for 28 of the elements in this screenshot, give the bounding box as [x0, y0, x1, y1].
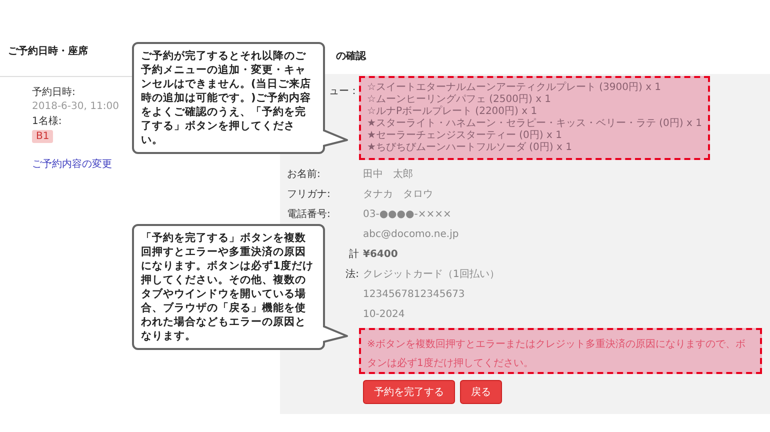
field-label: ュー：	[329, 85, 359, 98]
total-value: ¥6400	[362, 248, 398, 260]
field-value: クレジットカード（1回払い）	[362, 268, 500, 281]
action-button[interactable]: 予約を完了する	[363, 380, 455, 404]
callout-pointer	[323, 324, 349, 344]
field-label: 法:	[346, 268, 359, 281]
field-value: 03-●●●●-××××	[362, 208, 452, 220]
action-button[interactable]: 戻る	[460, 380, 502, 404]
warning-text: ※ボタンを複数回押すとエラーまたはクレジット多重決済の原因になりますので、ボタンは必ず1度だけ押してください。	[367, 339, 746, 369]
seat-badge: B1	[32, 130, 54, 143]
field-label: フリガナ:	[287, 188, 330, 201]
field-value: abc@docomo.ne.jp	[362, 228, 459, 240]
field-label: 計	[349, 248, 359, 261]
section-title: の確認	[336, 51, 366, 62]
field-value: 田中 太郎	[362, 168, 413, 181]
section-title: ご予約日時・座席	[8, 44, 88, 58]
field-label: お名前:	[287, 168, 320, 181]
seats-label: 1名様:	[32, 114, 62, 128]
datetime-label: 予約日時:	[32, 86, 76, 99]
field-value: タナカ タロウ	[362, 188, 433, 201]
datetime-value: 2018-6-30, 11:00	[32, 101, 119, 112]
field-label: 電話番号:	[287, 208, 330, 221]
field-value: 1234567812345673	[362, 288, 465, 300]
callout-pointer	[323, 128, 349, 148]
callout-bubble: ご予約が完了するとそれ以降のご予約メニューの追加・変更・キャンセルはできません。(当日ご来店時の追加は可能です。)ご予約内容をよくご確認のうえ、「予約を完了する」ボタンを押してください。	[132, 42, 325, 154]
callout-bubble: 「予約を完了する」ボタンを複数回押すとエラーや多重決済の原因になります。ボタンは必ず1度だけ押してください。その他、複数のタブやウインドウを開いている場合、ブラウザの「戻る」機能を使われた場合などもエラーの原因となります。	[132, 224, 325, 350]
field-value: 10-2024	[362, 308, 405, 320]
change-reservation-link[interactable]: ご予約内容の変更	[32, 157, 112, 171]
